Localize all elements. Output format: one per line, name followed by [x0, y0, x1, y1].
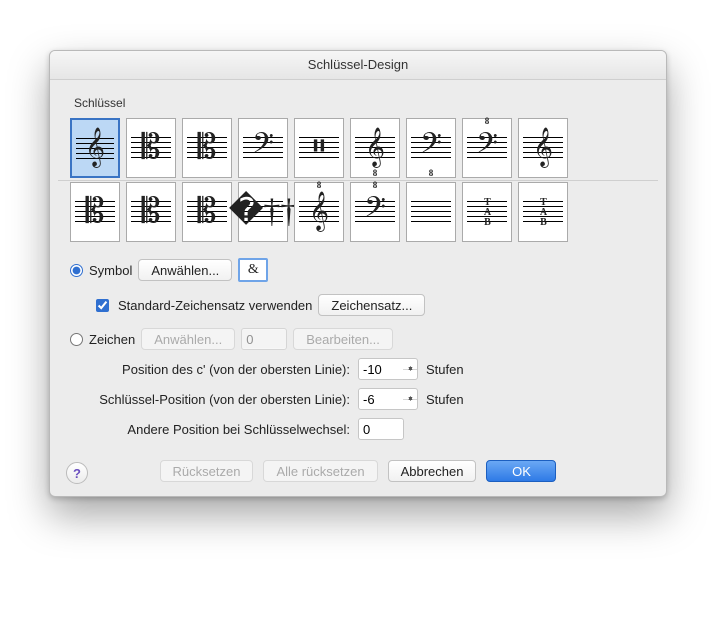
clef-treble-8vb[interactable]: 𝄞8 — [350, 118, 400, 178]
cancel-button[interactable]: Abbrechen — [388, 460, 477, 482]
clef-tab-clef-serif[interactable]: TAB — [518, 182, 568, 242]
clef-treble-8va[interactable]: 𝄞8 — [294, 182, 344, 242]
other-position-input[interactable] — [359, 420, 403, 438]
clef-bass-8vb[interactable]: 𝄢8 — [406, 118, 456, 178]
clef-position-unit: Stufen — [426, 392, 464, 407]
use-default-charset-checkbox[interactable] — [96, 299, 109, 312]
help-icon[interactable]: ? — [66, 462, 88, 484]
clef-bass-8va[interactable]: 𝄢8 — [462, 118, 512, 178]
window-title: Schlüssel-Design — [50, 51, 666, 80]
symbol-select-button[interactable]: Anwählen... — [138, 259, 232, 281]
clef-baritone-c-clef[interactable]: 𝄡 — [70, 182, 120, 242]
clef-treble-clef[interactable]: 𝄞 — [70, 118, 120, 178]
clef-grid: 𝄞𝄡𝄡𝄢𝄥𝄞8𝄢8𝄢8𝄞𝄡𝄡𝄡�††𝄞8𝄢8TABTAB — [70, 114, 646, 246]
other-position-label: Andere Position bei Schlüsselwechsel: — [70, 422, 350, 437]
clef-bass-clef[interactable]: 𝄢 — [238, 118, 288, 178]
clef-row: 𝄡𝄡𝄡�††𝄞8𝄢8TABTAB — [70, 182, 646, 242]
clef-soprano-c-clef[interactable]: 𝄡 — [182, 182, 232, 242]
clef-designer-dialog: Schlüssel-Design Schlüssel 𝄞𝄡𝄡𝄢𝄥𝄞8𝄢8𝄢8𝄞𝄡… — [49, 50, 667, 497]
c-position-stepper[interactable]: ▲▼ — [358, 358, 418, 380]
clef-position-stepper[interactable]: ▲▼ — [358, 388, 418, 410]
reset-all-button: Alle rücksetzen — [263, 460, 377, 482]
c-position-input[interactable] — [359, 360, 403, 378]
reset-button: Rücksetzen — [160, 460, 254, 482]
clef-bass-8va-2[interactable]: 𝄢8 — [350, 182, 400, 242]
clef-position-label: Schlüssel-Position (von der obersten Lin… — [70, 392, 350, 407]
symbol-radio-label: Symbol — [89, 263, 132, 278]
clef-alto-clef[interactable]: 𝄡 — [126, 118, 176, 178]
clef-position-input[interactable] — [359, 390, 403, 408]
symbol-radio[interactable] — [70, 264, 83, 277]
use-default-charset-label: Standard-Zeichensatz verwenden — [118, 298, 312, 313]
zeichen-radio-label: Zeichen — [89, 332, 135, 347]
clef-tab-clef[interactable]: TAB — [462, 182, 512, 242]
clef-blank-clef[interactable] — [406, 182, 456, 242]
clef-tenor-c-clef[interactable]: 𝄡 — [182, 118, 232, 178]
clef-mezzo-c-clef[interactable]: 𝄡 — [126, 182, 176, 242]
clef-percussion-clef[interactable]: 𝄥 — [294, 118, 344, 178]
zeichen-select-button: Anwählen... — [141, 328, 235, 350]
clef-treble-french[interactable]: 𝄞 — [518, 118, 568, 178]
clefs-section-label: Schlüssel — [70, 96, 646, 110]
zeichen-value-input — [242, 330, 286, 348]
ok-button[interactable]: OK — [486, 460, 556, 482]
c-position-unit: Stufen — [426, 362, 464, 377]
symbol-preview[interactable]: & — [238, 258, 268, 282]
zeichen-edit-button: Bearbeiten... — [293, 328, 393, 350]
c-position-label: Position des c' (von der obersten Linie)… — [70, 362, 350, 377]
charset-button[interactable]: Zeichensatz... — [318, 294, 425, 316]
zeichen-radio[interactable] — [70, 333, 83, 346]
other-position-input-box[interactable] — [358, 418, 404, 440]
clef-row: 𝄞𝄡𝄡𝄢𝄥𝄞8𝄢8𝄢8𝄞 — [70, 118, 646, 178]
clef-percussion-2[interactable]: �†† — [238, 182, 288, 242]
